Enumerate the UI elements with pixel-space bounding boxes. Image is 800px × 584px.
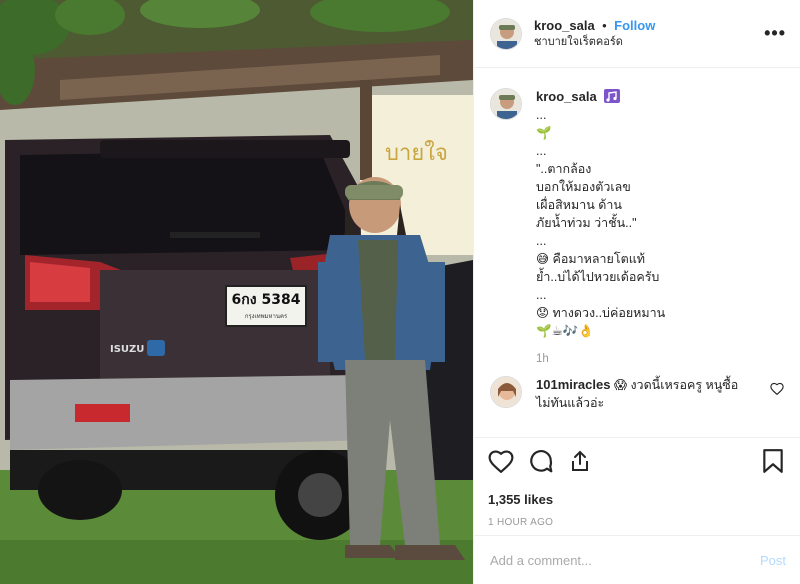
instagram-post: บายใจ 6กง 5384 กรุงเทพมหานคร ISUZU kroo_… — [0, 0, 800, 584]
caption-line: 😅 คือมาหลายโตแท้ — [536, 252, 646, 266]
follow-button[interactable]: Follow — [614, 18, 655, 33]
caption-line: "..ตากล้อง — [536, 162, 592, 176]
caption-line: ... — [536, 288, 547, 302]
post-header: kroo_sala • Follow ชาบายใจเร็ตคอร์ด ••• — [474, 0, 800, 68]
caption-body: kroo_sala ... 🌱 ... "..ตากล้อง บอกให้มอง… — [536, 88, 784, 368]
like-icon[interactable] — [488, 449, 514, 478]
caption-line: ย้ำ..บ่ได้ไปหวยเด้อครับ — [536, 270, 660, 284]
license-plate-province: กรุงเทพมหานคร — [245, 313, 288, 320]
caption-line: ... — [536, 144, 547, 158]
comment-avatar[interactable] — [490, 376, 522, 408]
avatar-image — [491, 377, 521, 407]
caption-avatar[interactable] — [490, 88, 522, 120]
caption-line: 🌱 — [536, 126, 552, 140]
caption-line: ภัยน้ำท่วม ว่าชั้น.." — [536, 216, 637, 230]
comment-body: 101miracles 😱 งวดนี้เหรอครู หนูซื้อไม่ทั… — [536, 376, 764, 412]
post-photo[interactable]: บายใจ 6กง 5384 กรุงเทพมหานคร ISUZU — [0, 0, 473, 584]
heart-small-icon[interactable] — [770, 382, 784, 395]
share-icon[interactable] — [568, 448, 592, 479]
car-badge: ISUZU — [110, 344, 144, 355]
header-username[interactable]: kroo_sala — [534, 18, 595, 33]
header-separator: • — [602, 17, 607, 33]
caption-line: บอกให้มองตัวเลข — [536, 180, 631, 194]
post-button[interactable]: Post — [760, 553, 786, 568]
photo-illustration: บายใจ 6กง 5384 กรุงเทพมหานคร ISUZU — [0, 0, 473, 584]
post-timestamp[interactable]: 1 HOUR AGO — [488, 517, 784, 528]
more-options-icon[interactable]: ••• — [764, 23, 786, 44]
caption: kroo_sala ... 🌱 ... "..ตากล้อง บอกให้มอง… — [490, 88, 784, 368]
sign-text: บายใจ — [385, 140, 448, 166]
license-plate: 6กง 5384 — [232, 292, 301, 308]
post-side-panel: kroo_sala • Follow ชาบายใจเร็ตคอร์ด ••• — [473, 0, 800, 584]
caption-line: ... — [536, 234, 547, 248]
comment-row: 101miracles 😱 งวดนี้เหรอครู หนูซื้อไม่ทั… — [490, 376, 784, 412]
avatar[interactable] — [490, 17, 522, 50]
caption-line: 🌱☕🎶👌 — [536, 324, 594, 338]
comment-input[interactable] — [490, 552, 760, 568]
post-actions: 1,355 likes 1 HOUR AGO — [474, 437, 800, 528]
caption-line: เผื่อสิหมาน ด้าน — [536, 198, 622, 212]
comments-area: kroo_sala ... 🌱 ... "..ตากล้อง บอกให้มอง… — [474, 68, 800, 438]
avatar-image — [491, 89, 521, 119]
caption-line: ... — [536, 108, 547, 122]
save-icon[interactable] — [762, 448, 784, 479]
caption-timestamp[interactable]: 1h — [536, 350, 784, 368]
add-comment-bar: Post — [474, 535, 800, 584]
location-link[interactable]: ชาบายใจเร็ตคอร์ด — [534, 34, 764, 50]
action-icons — [488, 448, 784, 478]
likes-count[interactable]: 1,355 likes — [488, 492, 784, 507]
header-text: kroo_sala • Follow ชาบายใจเร็ตคอร์ด — [534, 18, 764, 50]
comment-icon[interactable] — [528, 448, 554, 479]
caption-username[interactable]: kroo_sala — [536, 89, 597, 104]
avatar-image — [491, 18, 521, 49]
caption-line: 😟 ทางดวง..บ่ค่อยหมาน — [536, 306, 666, 320]
music-icon — [604, 89, 621, 103]
comment-username[interactable]: 101miracles — [536, 377, 610, 392]
